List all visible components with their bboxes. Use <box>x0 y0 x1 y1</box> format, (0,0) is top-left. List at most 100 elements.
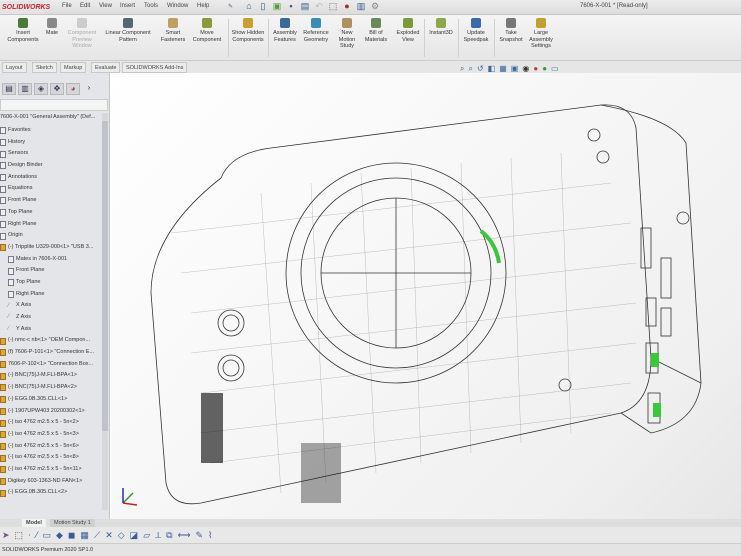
display-manager-tab-icon[interactable]: ◕ <box>66 83 80 95</box>
tree-item[interactable]: (-) iso 4762 m2.5 x 5 - 5n<6> <box>0 441 102 453</box>
tree-item[interactable]: (-) Tripplite U329-000<1> "USB 3... <box>0 242 102 254</box>
component-preview-button[interactable]: Component Preview Window <box>64 18 100 50</box>
face-icon[interactable]: ◇ <box>118 530 125 541</box>
weld-icon[interactable]: ⌇ <box>208 530 212 541</box>
previous-view-icon[interactable]: ↺ <box>477 64 484 74</box>
tree-item[interactable]: Right Plane <box>0 289 102 301</box>
zoom-to-area-icon[interactable]: ⌕ <box>468 64 472 74</box>
line-icon[interactable]: ⁄ <box>36 530 38 540</box>
tab-markup[interactable]: Markup <box>60 62 87 73</box>
undo-icon[interactable]: ↶ <box>314 1 324 12</box>
display-style-icon[interactable]: ◉ <box>522 64 529 74</box>
exploded-view-button[interactable]: Exploded View <box>394 18 422 43</box>
tree-item[interactable]: Annotations <box>0 172 102 184</box>
tree-filter-input[interactable] <box>0 99 108 111</box>
tree-item[interactable]: ⁄ Y Axis <box>0 324 102 336</box>
tree-item[interactable]: (-) nmc-c nb<1> "OEM Compon... <box>0 335 102 347</box>
tree-item[interactable]: (-) iso 4762 m2.5 x 5 - 5n<3> <box>0 429 102 441</box>
tree-item[interactable]: Right Plane <box>0 219 102 231</box>
property-manager-tab-icon[interactable]: ▥ <box>18 83 32 95</box>
scene-icon[interactable]: ● <box>542 64 547 74</box>
print-icon[interactable]: ▤ <box>300 1 310 12</box>
note-icon[interactable]: ✎ <box>195 530 203 541</box>
filter-icon[interactable]: ▦ <box>80 530 89 541</box>
snap-icon[interactable]: ⋅ <box>28 530 31 541</box>
surface-icon[interactable]: ◪ <box>130 530 139 541</box>
component-icon[interactable]: ◆ <box>56 530 63 541</box>
tree-item[interactable]: Design Binder <box>0 160 102 172</box>
tab-model[interactable]: Model <box>22 519 46 527</box>
file-properties-icon[interactable]: ▥ <box>356 1 366 12</box>
move-component-button[interactable]: Move Component <box>188 18 226 43</box>
tree-item[interactable]: Digikey 603-1363-ND FAN<1> <box>0 476 102 488</box>
open-icon[interactable]: ▣ <box>272 1 282 12</box>
dimension-icon[interactable]: ⟷ <box>178 530 191 541</box>
tree-item[interactable]: Front Plane <box>0 265 102 277</box>
more-tabs-icon[interactable]: › <box>82 83 96 95</box>
tab-layout[interactable]: Layout <box>2 62 27 73</box>
tree-item[interactable]: 7606-P-102<1> "Connection Box... <box>0 359 102 371</box>
menu-help[interactable]: Help <box>197 3 209 9</box>
smart-fasteners-button[interactable]: Smart Fasteners <box>158 18 188 43</box>
tree-item[interactable]: Front Plane <box>0 195 102 207</box>
tree-item[interactable]: (-) iso 4762 m2.5 x 5 - 5n<2> <box>0 417 102 429</box>
tree-item[interactable]: Origin <box>0 230 102 242</box>
assembly-features-button[interactable]: Assembly Features <box>270 18 300 43</box>
tree-item[interactable]: Favorites <box>0 125 102 137</box>
scrollbar-thumb[interactable] <box>102 121 108 431</box>
menu-file[interactable]: File <box>62 3 72 9</box>
select-icon[interactable]: ⬚ <box>328 1 338 12</box>
tree-item[interactable]: Top Plane <box>0 207 102 219</box>
menu-view[interactable]: View <box>99 3 112 9</box>
zoom-to-fit-icon[interactable]: ⌕ <box>460 64 464 74</box>
dynamic-annotation-icon[interactable]: ▦ <box>499 64 507 74</box>
tree-item[interactable]: (-) BNC(75)J-M.FLI-BPA<1> <box>0 370 102 382</box>
bill-of-materials-button[interactable]: Bill of Materials <box>362 18 390 43</box>
menu-window[interactable]: Window <box>167 3 188 9</box>
box-select-icon[interactable]: ▭ <box>42 530 51 541</box>
linear-pattern-button[interactable]: Linear Component Pattern <box>100 18 156 43</box>
tree-item[interactable]: Top Plane <box>0 277 102 289</box>
save-icon[interactable]: ▪ <box>286 1 296 12</box>
insert-components-button[interactable]: Insert Components <box>4 18 42 43</box>
tree-item[interactable]: (-) EGG.0B.305.CLL<2> <box>0 487 102 499</box>
tree-item[interactable]: (f) 7606-P-101<1> "Connection E... <box>0 347 102 359</box>
tree-item[interactable]: (-) BNC(75)J-M.FLI-BPA<2> <box>0 382 102 394</box>
instant3d-button[interactable]: Instant3D <box>426 18 456 37</box>
configuration-manager-tab-icon[interactable]: ◈ <box>34 83 48 95</box>
show-hidden-button[interactable]: Show Hidden Components <box>230 18 266 43</box>
tree-item[interactable]: ⁄ Z Axis <box>0 312 102 324</box>
tab-motion-study-1[interactable]: Motion Study 1 <box>50 519 95 527</box>
select-icon[interactable]: ⬚ <box>15 530 24 541</box>
view-orientation-icon[interactable]: ▣ <box>511 64 519 74</box>
view-settings-icon[interactable]: ▭ <box>551 64 559 74</box>
tree-item[interactable]: Sensors <box>0 148 102 160</box>
plane-icon[interactable]: ▱ <box>143 530 150 541</box>
new-document-icon[interactable]: ▯ <box>258 1 268 12</box>
tree-root-assembly[interactable]: 7606-X-001 "General Assembly" (Def... <box>0 114 95 120</box>
pin-icon[interactable]: ✎ <box>228 3 233 10</box>
edge-icon[interactable]: ⟋ <box>94 530 100 541</box>
axis-icon[interactable]: ⟂ <box>155 530 161 541</box>
tree-scrollbar[interactable] <box>102 113 108 510</box>
menu-edit[interactable]: Edit <box>80 3 90 9</box>
feature-manager-tab-icon[interactable]: ▤ <box>2 83 16 95</box>
options-icon[interactable]: ⚙ <box>370 1 380 12</box>
tree-item[interactable]: (-) 1907UPW403 20200302<1> <box>0 406 102 418</box>
dimxpert-tab-icon[interactable]: ✥ <box>50 83 64 95</box>
tree-item[interactable]: ⁄ X Axis <box>0 300 102 312</box>
tab-sketch[interactable]: Sketch <box>32 62 57 73</box>
vertex-icon[interactable]: ✕ <box>105 530 113 541</box>
tree-item[interactable]: History <box>0 137 102 149</box>
part-icon[interactable]: ◼ <box>68 530 75 541</box>
home-icon[interactable]: ⌂ <box>244 1 254 12</box>
menu-tools[interactable]: Tools <box>144 3 158 9</box>
new-motion-study-button[interactable]: New Motion Study <box>334 18 360 50</box>
tree-item[interactable]: (-) EGG.0B.305.CLL<1> <box>0 394 102 406</box>
menu-insert[interactable]: Insert <box>120 3 135 9</box>
rebuild-icon[interactable]: ● <box>342 1 352 12</box>
tree-item[interactable]: Equations <box>0 183 102 195</box>
update-speedpak-button[interactable]: Update Speedpak <box>460 18 492 43</box>
tree-item[interactable]: Mates in 7606-X-001 <box>0 254 102 266</box>
tree-item[interactable]: (-) iso 4762 m2.5 x 5 - 5n<11> <box>0 464 102 476</box>
